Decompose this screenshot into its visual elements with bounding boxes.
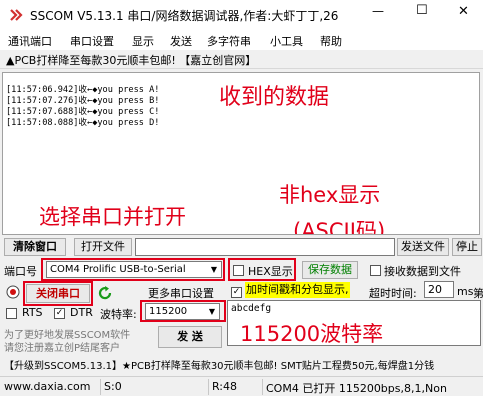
status-divider xyxy=(262,379,263,395)
rts-label: RTS xyxy=(22,306,43,319)
baud-label: 波特率: xyxy=(100,308,137,321)
promo-line-2[interactable]: 请您注册嘉立创P结尾客户 xyxy=(4,339,120,354)
sent-count: S:0 xyxy=(104,380,122,393)
recv-to-file-checkbox[interactable] xyxy=(370,265,381,276)
save-data-button[interactable]: 保存数据 xyxy=(302,261,358,279)
open-file-button[interactable]: 打开文件 xyxy=(74,238,132,256)
menu-send[interactable]: 发送 xyxy=(170,33,192,49)
receive-area[interactable]: [11:57:06.942]收←◆you press A! [11:57:07.… xyxy=(2,72,480,235)
file-path-input[interactable] xyxy=(135,238,395,256)
port-status-led-icon xyxy=(6,285,20,299)
refresh-icon[interactable] xyxy=(97,285,113,301)
menu-serial-settings[interactable]: 串口设置 xyxy=(70,33,114,49)
hex-highlight-box xyxy=(228,258,296,281)
receive-line: [11:57:07.688]收←◆you press C! xyxy=(6,107,160,117)
receive-line: [11:57:08.088]收←◆you press D! xyxy=(6,118,160,128)
menu-bar: 通讯端口 串口设置 显示 发送 多字符串 小工具 帮助 xyxy=(0,30,483,50)
recv-to-file-label: 接收数据到文件 xyxy=(384,265,461,278)
ad-link[interactable]: ▲PCB打样降至每款30元顺丰包邮! 【嘉立创官网】 xyxy=(6,52,256,68)
minimize-button[interactable]: — xyxy=(372,4,384,18)
received-count: R:48 xyxy=(212,380,238,393)
receive-line: [11:57:06.942]收←◆you press A! xyxy=(6,85,160,95)
close-port-highlight-box xyxy=(23,281,93,306)
close-button[interactable]: ✕ xyxy=(458,4,469,19)
promo-ticker[interactable]: 【升级到SSCOM5.13.1】★PCB打样降至每款30元顺丰包邮! SMT贴片… xyxy=(4,357,483,372)
dtr-label: DTR xyxy=(70,306,93,319)
status-divider xyxy=(100,379,101,395)
menu-multi-string[interactable]: 多字符串 xyxy=(207,33,251,49)
send-file-button[interactable]: 发送文件 xyxy=(397,238,449,256)
timeout-unit: ms xyxy=(457,285,474,298)
window-title: SSCOM V5.13.1 串口/网络数据调试器,作者:大虾丁丁,26 xyxy=(30,9,339,23)
rest-label: 第 xyxy=(473,287,483,300)
dtr-checkbox[interactable]: ✓ xyxy=(54,308,65,319)
annotation-select-port: 选择串口并打开 xyxy=(39,205,186,229)
timeout-input[interactable]: 20 xyxy=(424,281,454,298)
status-divider xyxy=(208,379,209,395)
stop-button[interactable]: 停止 xyxy=(452,238,482,256)
port-status: COM4 已打开 115200bps,8,1,Non xyxy=(266,382,447,395)
menu-display[interactable]: 显示 xyxy=(132,33,154,49)
ad-bar: ▲PCB打样降至每款30元顺丰包邮! 【嘉立创官网】 xyxy=(0,50,483,69)
menu-tools[interactable]: 小工具 xyxy=(270,33,303,49)
menu-help[interactable]: 帮助 xyxy=(320,33,342,49)
app-logo-icon xyxy=(10,9,23,21)
baud-highlight-box xyxy=(140,300,226,322)
more-settings-link[interactable]: 更多串口设置 xyxy=(148,285,214,301)
annotation-ascii: (ASCII码) xyxy=(293,219,386,235)
status-bar: www.daxia.com S:0 R:48 COM4 已打开 115200bp… xyxy=(0,376,483,396)
send-text: abcdefg xyxy=(231,303,272,314)
annotation-received-data: 收到的数据 xyxy=(219,85,330,110)
rts-checkbox[interactable] xyxy=(6,308,17,319)
receive-line: [11:57:07.276]收←◆you press B! xyxy=(6,96,160,106)
timestamp-checkbox[interactable]: ✓ xyxy=(231,287,242,298)
send-button[interactable]: 发 送 xyxy=(158,326,222,348)
website-link[interactable]: www.daxia.com xyxy=(4,380,91,393)
timestamp-label: 加时间戳和分包显示, xyxy=(245,282,350,298)
title-bar: SSCOM V5.13.1 串口/网络数据调试器,作者:大虾丁丁,26 — ☐ … xyxy=(0,0,483,30)
menu-comm-port[interactable]: 通讯端口 xyxy=(8,33,52,49)
annotation-non-hex: 非hex显示 xyxy=(279,183,381,207)
clear-window-button[interactable]: 清除窗口 xyxy=(4,238,66,256)
timeout-label: 超时时间: xyxy=(369,287,417,300)
port-highlight-box xyxy=(41,258,225,281)
port-label: 端口号 xyxy=(4,265,37,278)
sscom-window: SSCOM V5.13.1 串口/网络数据调试器,作者:大虾丁丁,26 — ☐ … xyxy=(0,0,483,396)
maximize-button[interactable]: ☐ xyxy=(416,3,428,18)
annotation-baud: 115200波特率 xyxy=(240,322,384,346)
